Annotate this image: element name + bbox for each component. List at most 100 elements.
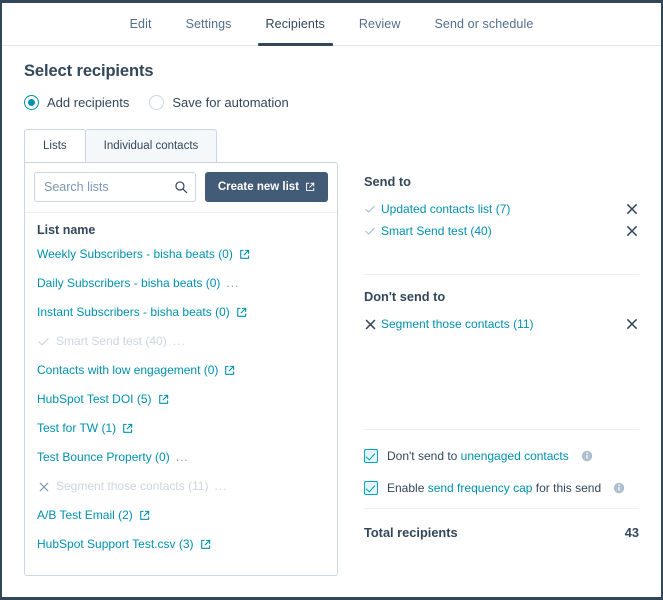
checkbox-send-frequency-cap[interactable] bbox=[364, 481, 378, 495]
x-icon bbox=[364, 318, 381, 331]
lists-panel: Create new list List name Week bbox=[24, 162, 338, 576]
lists-scroll-area[interactable]: List name Weekly Subscribers - bisha bea… bbox=[25, 212, 337, 575]
radio-add-recipients-label: Add recipients bbox=[47, 95, 130, 110]
external-link-icon bbox=[225, 365, 235, 375]
tab-edit[interactable]: Edit bbox=[113, 3, 169, 45]
list-item[interactable]: Test Bounce Property (0) ... bbox=[25, 443, 337, 472]
option-send-frequency-cap-text: Enable send frequency cap for this send bbox=[387, 481, 601, 495]
list-item[interactable]: Instant Subscribers - bisha beats (0) bbox=[25, 298, 337, 327]
tab-send-or-schedule-label: Send or schedule bbox=[434, 17, 534, 31]
recipients-columns: Create new list List name Week bbox=[24, 162, 639, 576]
total-recipients-label: Total recipients bbox=[364, 525, 458, 540]
radio-selected-icon bbox=[24, 95, 39, 110]
wizard-tab-bar: Edit Settings Recipients Review Send or … bbox=[2, 3, 661, 46]
recipients-summary-column: Send to Updated contacts list (7) Smart … bbox=[338, 162, 639, 576]
send-to-item: Smart Send test (40) bbox=[364, 221, 639, 241]
send-to-item-label[interactable]: Smart Send test (40) bbox=[381, 224, 625, 238]
create-new-list-button[interactable]: Create new list bbox=[204, 172, 328, 202]
search-lists-wrapper bbox=[34, 172, 196, 202]
send-to-title: Send to bbox=[364, 174, 411, 189]
list-item[interactable]: Weekly Subscribers - bisha beats (0) bbox=[25, 240, 337, 269]
lists-column: Create new list List name Week bbox=[24, 162, 338, 576]
email-recipients-window: Edit Settings Recipients Review Send or … bbox=[0, 0, 663, 600]
send-frequency-cap-link[interactable]: send frequency cap bbox=[428, 481, 533, 495]
ellipsis-icon: ... bbox=[226, 276, 240, 290]
check-icon bbox=[364, 203, 381, 215]
external-link-icon bbox=[200, 539, 210, 549]
external-link-icon bbox=[139, 510, 149, 520]
tab-review[interactable]: Review bbox=[342, 3, 418, 45]
tab-recipients[interactable]: Recipients bbox=[249, 3, 342, 46]
ellipsis-icon: ... bbox=[214, 479, 228, 493]
external-link-icon bbox=[158, 394, 168, 404]
tab-recipients-label: Recipients bbox=[265, 17, 325, 31]
list-column-header: List name bbox=[37, 223, 96, 237]
send-to-section: Send to Updated contacts list (7) Smart … bbox=[364, 174, 639, 266]
subtab-lists[interactable]: Lists bbox=[24, 129, 86, 162]
list-item[interactable]: Test for TW (1) bbox=[25, 414, 337, 443]
option-suffix: for this send bbox=[532, 481, 602, 495]
list-item[interactable]: HubSpot Support Test.csv (3) bbox=[25, 530, 337, 559]
list-item-label: HubSpot Test DOI (5) bbox=[37, 392, 152, 406]
list-item[interactable]: Daily Subscribers - bisha beats (0) ... bbox=[25, 269, 337, 298]
send-to-item: Updated contacts list (7) bbox=[364, 199, 639, 219]
list-item-label: Test for TW (1) bbox=[37, 421, 117, 435]
check-icon bbox=[364, 225, 381, 237]
check-icon bbox=[37, 335, 50, 348]
ellipsis-icon: ... bbox=[172, 334, 186, 348]
dont-send-to-item: Segment those contacts (11) bbox=[364, 314, 639, 334]
lists-toolbar: Create new list bbox=[25, 163, 337, 212]
subtab-individual-contacts-label: Individual contacts bbox=[103, 140, 199, 152]
option-dont-send-unengaged-text: Don't send to unengaged contacts bbox=[387, 449, 569, 463]
close-icon[interactable] bbox=[625, 202, 639, 216]
radio-save-for-automation-label: Save for automation bbox=[172, 95, 289, 110]
ellipsis-icon: ... bbox=[175, 450, 189, 464]
subtab-lists-label: Lists bbox=[43, 140, 67, 152]
recipient-mode-radio-group: Add recipients Save for automation bbox=[24, 95, 639, 110]
list-item-label: Weekly Subscribers - bisha beats (0) bbox=[37, 247, 233, 261]
list-item-label: Segment those contacts (11) bbox=[56, 479, 209, 493]
close-icon[interactable] bbox=[625, 224, 639, 238]
external-link-icon bbox=[123, 423, 133, 433]
info-icon[interactable] bbox=[581, 450, 593, 462]
section-divider bbox=[364, 429, 639, 430]
list-item-label: HubSpot Support Test.csv (3) bbox=[37, 537, 194, 551]
total-recipients-row: Total recipients 43 bbox=[364, 523, 639, 540]
option-dont-send-unengaged: Don't send to unengaged contacts bbox=[364, 444, 639, 468]
list-item-label: Test Bounce Property (0) bbox=[37, 450, 170, 464]
close-icon[interactable] bbox=[625, 317, 639, 331]
page-title: Select recipients bbox=[24, 62, 154, 80]
list-item-label: Instant Subscribers - bisha beats (0) bbox=[37, 305, 230, 319]
dont-send-to-section: Don't send to Segment those contacts (11… bbox=[364, 289, 639, 421]
list-item: Segment those contacts (11) ... bbox=[25, 472, 337, 501]
list-item[interactable]: Contacts with low engagement (0) bbox=[25, 356, 337, 385]
external-link-icon bbox=[236, 307, 246, 317]
dont-send-to-item-label[interactable]: Segment those contacts (11) bbox=[381, 317, 625, 331]
radio-unselected-icon bbox=[149, 95, 165, 110]
tab-settings-label: Settings bbox=[185, 17, 232, 31]
radio-add-recipients[interactable]: Add recipients bbox=[24, 95, 129, 110]
option-send-frequency-cap: Enable send frequency cap for this send bbox=[364, 476, 639, 500]
list-item[interactable]: A/B Test Email (2) bbox=[25, 501, 337, 530]
recipients-panel: Select recipients Add recipients Save fo… bbox=[2, 46, 661, 576]
list-item[interactable]: HubSpot Test DOI (5) bbox=[25, 385, 337, 414]
radio-save-for-automation[interactable]: Save for automation bbox=[149, 95, 289, 110]
list-item-label: Daily Subscribers - bisha beats (0) bbox=[37, 276, 221, 290]
tab-settings[interactable]: Settings bbox=[169, 3, 249, 45]
tab-send-or-schedule[interactable]: Send or schedule bbox=[418, 3, 551, 45]
dont-send-to-title: Don't send to bbox=[364, 289, 446, 304]
recipient-source-tabs: Lists Individual contacts bbox=[24, 129, 639, 162]
info-icon[interactable] bbox=[613, 482, 625, 494]
subtab-individual-contacts[interactable]: Individual contacts bbox=[84, 129, 218, 162]
checkbox-dont-send-unengaged[interactable] bbox=[364, 449, 378, 463]
unengaged-contacts-link[interactable]: unengaged contacts bbox=[461, 449, 569, 463]
external-link-icon bbox=[240, 249, 250, 259]
search-input[interactable] bbox=[34, 172, 196, 202]
list-item: Smart Send test (40) ... bbox=[25, 327, 337, 356]
external-link-icon bbox=[306, 182, 315, 191]
tab-edit-label: Edit bbox=[129, 17, 152, 31]
send-to-item-label[interactable]: Updated contacts list (7) bbox=[381, 202, 625, 216]
option-prefix: Enable bbox=[387, 481, 428, 495]
option-prefix: Don't send to bbox=[387, 449, 461, 463]
create-new-list-label: Create new list bbox=[217, 181, 299, 193]
